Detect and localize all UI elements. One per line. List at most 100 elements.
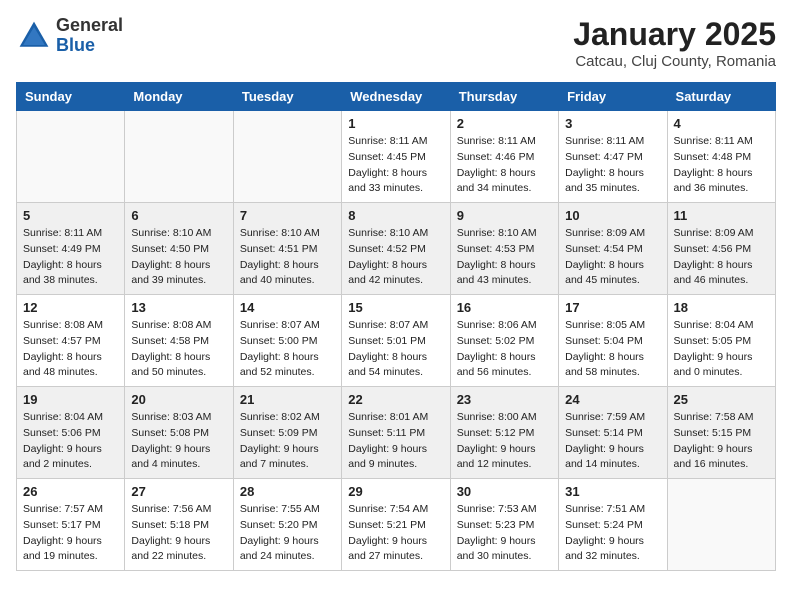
day-info: Sunrise: 7:56 AMSunset: 5:18 PMDaylight:… (131, 502, 226, 565)
logo-general: General (56, 16, 123, 36)
calendar-cell (17, 111, 125, 203)
calendar-cell: 15 Sunrise: 8:07 AMSunset: 5:01 PMDayligh… (342, 295, 450, 387)
day-info: Sunrise: 8:08 AMSunset: 4:57 PMDaylight:… (23, 318, 118, 381)
weekday-header: Wednesday (342, 83, 450, 111)
calendar-cell: 7Sunrise: 8:10 AMSunset: 4:51 PMDaylight… (233, 203, 341, 295)
day-info: Sunrise: 7:58 AMSunset: 5:15 PMDaylight:… (674, 410, 769, 473)
day-number: 12 (23, 300, 118, 315)
weekday-row: SundayMondayTuesdayWednesdayThursdayFrid… (17, 83, 776, 111)
day-number: 6 (131, 208, 226, 223)
calendar-week-row: 26Sunrise: 7:57 AMSunset: 5:17 PMDayligh… (17, 479, 776, 571)
day-info: Sunrise: 8:06 AMSunset: 5:02 PMDaylight:… (457, 318, 552, 381)
calendar: SundayMondayTuesdayWednesdayThursdayFrid… (16, 82, 776, 571)
day-number: 25 (674, 392, 769, 407)
day-info: Sunrise: 7:51 AMSunset: 5:24 PMDaylight:… (565, 502, 660, 565)
day-number: 24 (565, 392, 660, 407)
weekday-header: Tuesday (233, 83, 341, 111)
day-info: Sunrise: 8:09 AMSunset: 4:54 PMDaylight:… (565, 226, 660, 289)
calendar-cell (125, 111, 233, 203)
calendar-cell: 17Sunrise: 8:05 AMSunset: 5:04 PMDayligh… (559, 295, 667, 387)
calendar-body: 1Sunrise: 8:11 AMSunset: 4:45 PMDaylight… (17, 111, 776, 571)
logo-icon (16, 18, 52, 54)
day-number: 10 (565, 208, 660, 223)
calendar-cell: 2 Sunrise: 8:11 AMSunset: 4:46 PMDaylight… (450, 111, 558, 203)
day-info: Sunrise: 8:03 AMSunset: 5:08 PMDaylight:… (131, 410, 226, 473)
day-number: 8 (348, 208, 443, 223)
day-number: 16 (457, 300, 552, 315)
day-number: 11 (674, 208, 769, 223)
calendar-cell: 26Sunrise: 7:57 AMSunset: 5:17 PMDayligh… (17, 479, 125, 571)
day-info: Sunrise: 8:11 AMSunset: 4:48 PMDaylight:… (674, 134, 769, 197)
day-info: Sunrise: 8:11 AMSunset: 4:46 PMDaylight:… (457, 134, 552, 197)
day-number: 4 (674, 116, 769, 131)
day-info: Sunrise: 8:07 AMSunset: 5:01 PMDaylight:… (348, 318, 443, 381)
calendar-cell: 13 Sunrise: 8:08 AMSunset: 4:58 PMDayligh… (125, 295, 233, 387)
calendar-cell: 20 Sunrise: 8:03 AMSunset: 5:08 PMDayligh… (125, 387, 233, 479)
day-info: Sunrise: 8:08 AMSunset: 4:58 PMDaylight:… (131, 318, 226, 381)
calendar-cell: 24 Sunrise: 7:59 AMSunset: 5:14 PMDayligh… (559, 387, 667, 479)
weekday-header: Friday (559, 83, 667, 111)
day-info: Sunrise: 8:10 AMSunset: 4:50 PMDaylight:… (131, 226, 226, 289)
weekday-header: Saturday (667, 83, 775, 111)
month-title: January 2025 (573, 16, 776, 53)
day-number: 1 (348, 116, 443, 131)
calendar-week-row: 12 Sunrise: 8:08 AMSunset: 4:57 PMDayligh… (17, 295, 776, 387)
calendar-cell: 29Sunrise: 7:54 AMSunset: 5:21 PMDayligh… (342, 479, 450, 571)
calendar-cell: 18 Sunrise: 8:04 AMSunset: 5:05 PMDayligh… (667, 295, 775, 387)
calendar-cell: 21 Sunrise: 8:02 AMSunset: 5:09 PMDayligh… (233, 387, 341, 479)
day-number: 29 (348, 484, 443, 499)
day-number: 20 (131, 392, 226, 407)
logo: General Blue (16, 16, 123, 56)
day-number: 2 (457, 116, 552, 131)
day-number: 23 (457, 392, 552, 407)
calendar-cell: 16 Sunrise: 8:06 AMSunset: 5:02 PMDayligh… (450, 295, 558, 387)
day-number: 28 (240, 484, 335, 499)
calendar-cell: 11 Sunrise: 8:09 AMSunset: 4:56 PMDayligh… (667, 203, 775, 295)
day-number: 13 (131, 300, 226, 315)
day-info: Sunrise: 8:07 AMSunset: 5:00 PMDaylight:… (240, 318, 335, 381)
day-number: 15 (348, 300, 443, 315)
title-block: January 2025 Catcau, Cluj County, Romani… (573, 16, 776, 70)
day-number: 27 (131, 484, 226, 499)
day-info: Sunrise: 8:04 AMSunset: 5:05 PMDaylight:… (674, 318, 769, 381)
calendar-cell: 25 Sunrise: 7:58 AMSunset: 5:15 PMDayligh… (667, 387, 775, 479)
day-info: Sunrise: 8:02 AMSunset: 5:09 PMDaylight:… (240, 410, 335, 473)
logo-text: General Blue (56, 16, 123, 56)
calendar-cell: 10 Sunrise: 8:09 AMSunset: 4:54 PMDayligh… (559, 203, 667, 295)
location-title: Catcau, Cluj County, Romania (573, 53, 776, 70)
calendar-cell: 9Sunrise: 8:10 AMSunset: 4:53 PMDaylight… (450, 203, 558, 295)
day-info: Sunrise: 8:00 AMSunset: 5:12 PMDaylight:… (457, 410, 552, 473)
day-info: Sunrise: 7:59 AMSunset: 5:14 PMDaylight:… (565, 410, 660, 473)
calendar-cell: 5 Sunrise: 8:11 AMSunset: 4:49 PMDaylight… (17, 203, 125, 295)
day-info: Sunrise: 8:10 AMSunset: 4:52 PMDaylight:… (348, 226, 443, 289)
calendar-header: SundayMondayTuesdayWednesdayThursdayFrid… (17, 83, 776, 111)
day-number: 30 (457, 484, 552, 499)
day-number: 5 (23, 208, 118, 223)
calendar-cell: 28 Sunrise: 7:55 AMSunset: 5:20 PMDayligh… (233, 479, 341, 571)
day-number: 3 (565, 116, 660, 131)
day-info: Sunrise: 8:10 AMSunset: 4:53 PMDaylight:… (457, 226, 552, 289)
weekday-header: Thursday (450, 83, 558, 111)
day-info: Sunrise: 7:55 AMSunset: 5:20 PMDaylight:… (240, 502, 335, 565)
day-info: Sunrise: 8:09 AMSunset: 4:56 PMDaylight:… (674, 226, 769, 289)
day-number: 22 (348, 392, 443, 407)
calendar-cell (233, 111, 341, 203)
day-info: Sunrise: 7:57 AMSunset: 5:17 PMDaylight:… (23, 502, 118, 565)
day-info: Sunrise: 7:53 AMSunset: 5:23 PMDaylight:… (457, 502, 552, 565)
calendar-cell: 30 Sunrise: 7:53 AMSunset: 5:23 PMDayligh… (450, 479, 558, 571)
logo-blue: Blue (56, 36, 123, 56)
day-info: Sunrise: 8:11 AMSunset: 4:49 PMDaylight:… (23, 226, 118, 289)
calendar-cell: 31 Sunrise: 7:51 AMSunset: 5:24 PMDayligh… (559, 479, 667, 571)
calendar-cell: 12 Sunrise: 8:08 AMSunset: 4:57 PMDayligh… (17, 295, 125, 387)
calendar-cell: 27 Sunrise: 7:56 AMSunset: 5:18 PMDayligh… (125, 479, 233, 571)
day-number: 31 (565, 484, 660, 499)
day-number: 18 (674, 300, 769, 315)
day-number: 21 (240, 392, 335, 407)
day-number: 19 (23, 392, 118, 407)
calendar-cell: 3Sunrise: 8:11 AMSunset: 4:47 PMDaylight… (559, 111, 667, 203)
calendar-cell: 22Sunrise: 8:01 AMSunset: 5:11 PMDayligh… (342, 387, 450, 479)
page-header: General Blue January 2025 Catcau, Cluj C… (16, 16, 776, 70)
day-number: 17 (565, 300, 660, 315)
day-number: 14 (240, 300, 335, 315)
calendar-cell: 23 Sunrise: 8:00 AMSunset: 5:12 PMDayligh… (450, 387, 558, 479)
